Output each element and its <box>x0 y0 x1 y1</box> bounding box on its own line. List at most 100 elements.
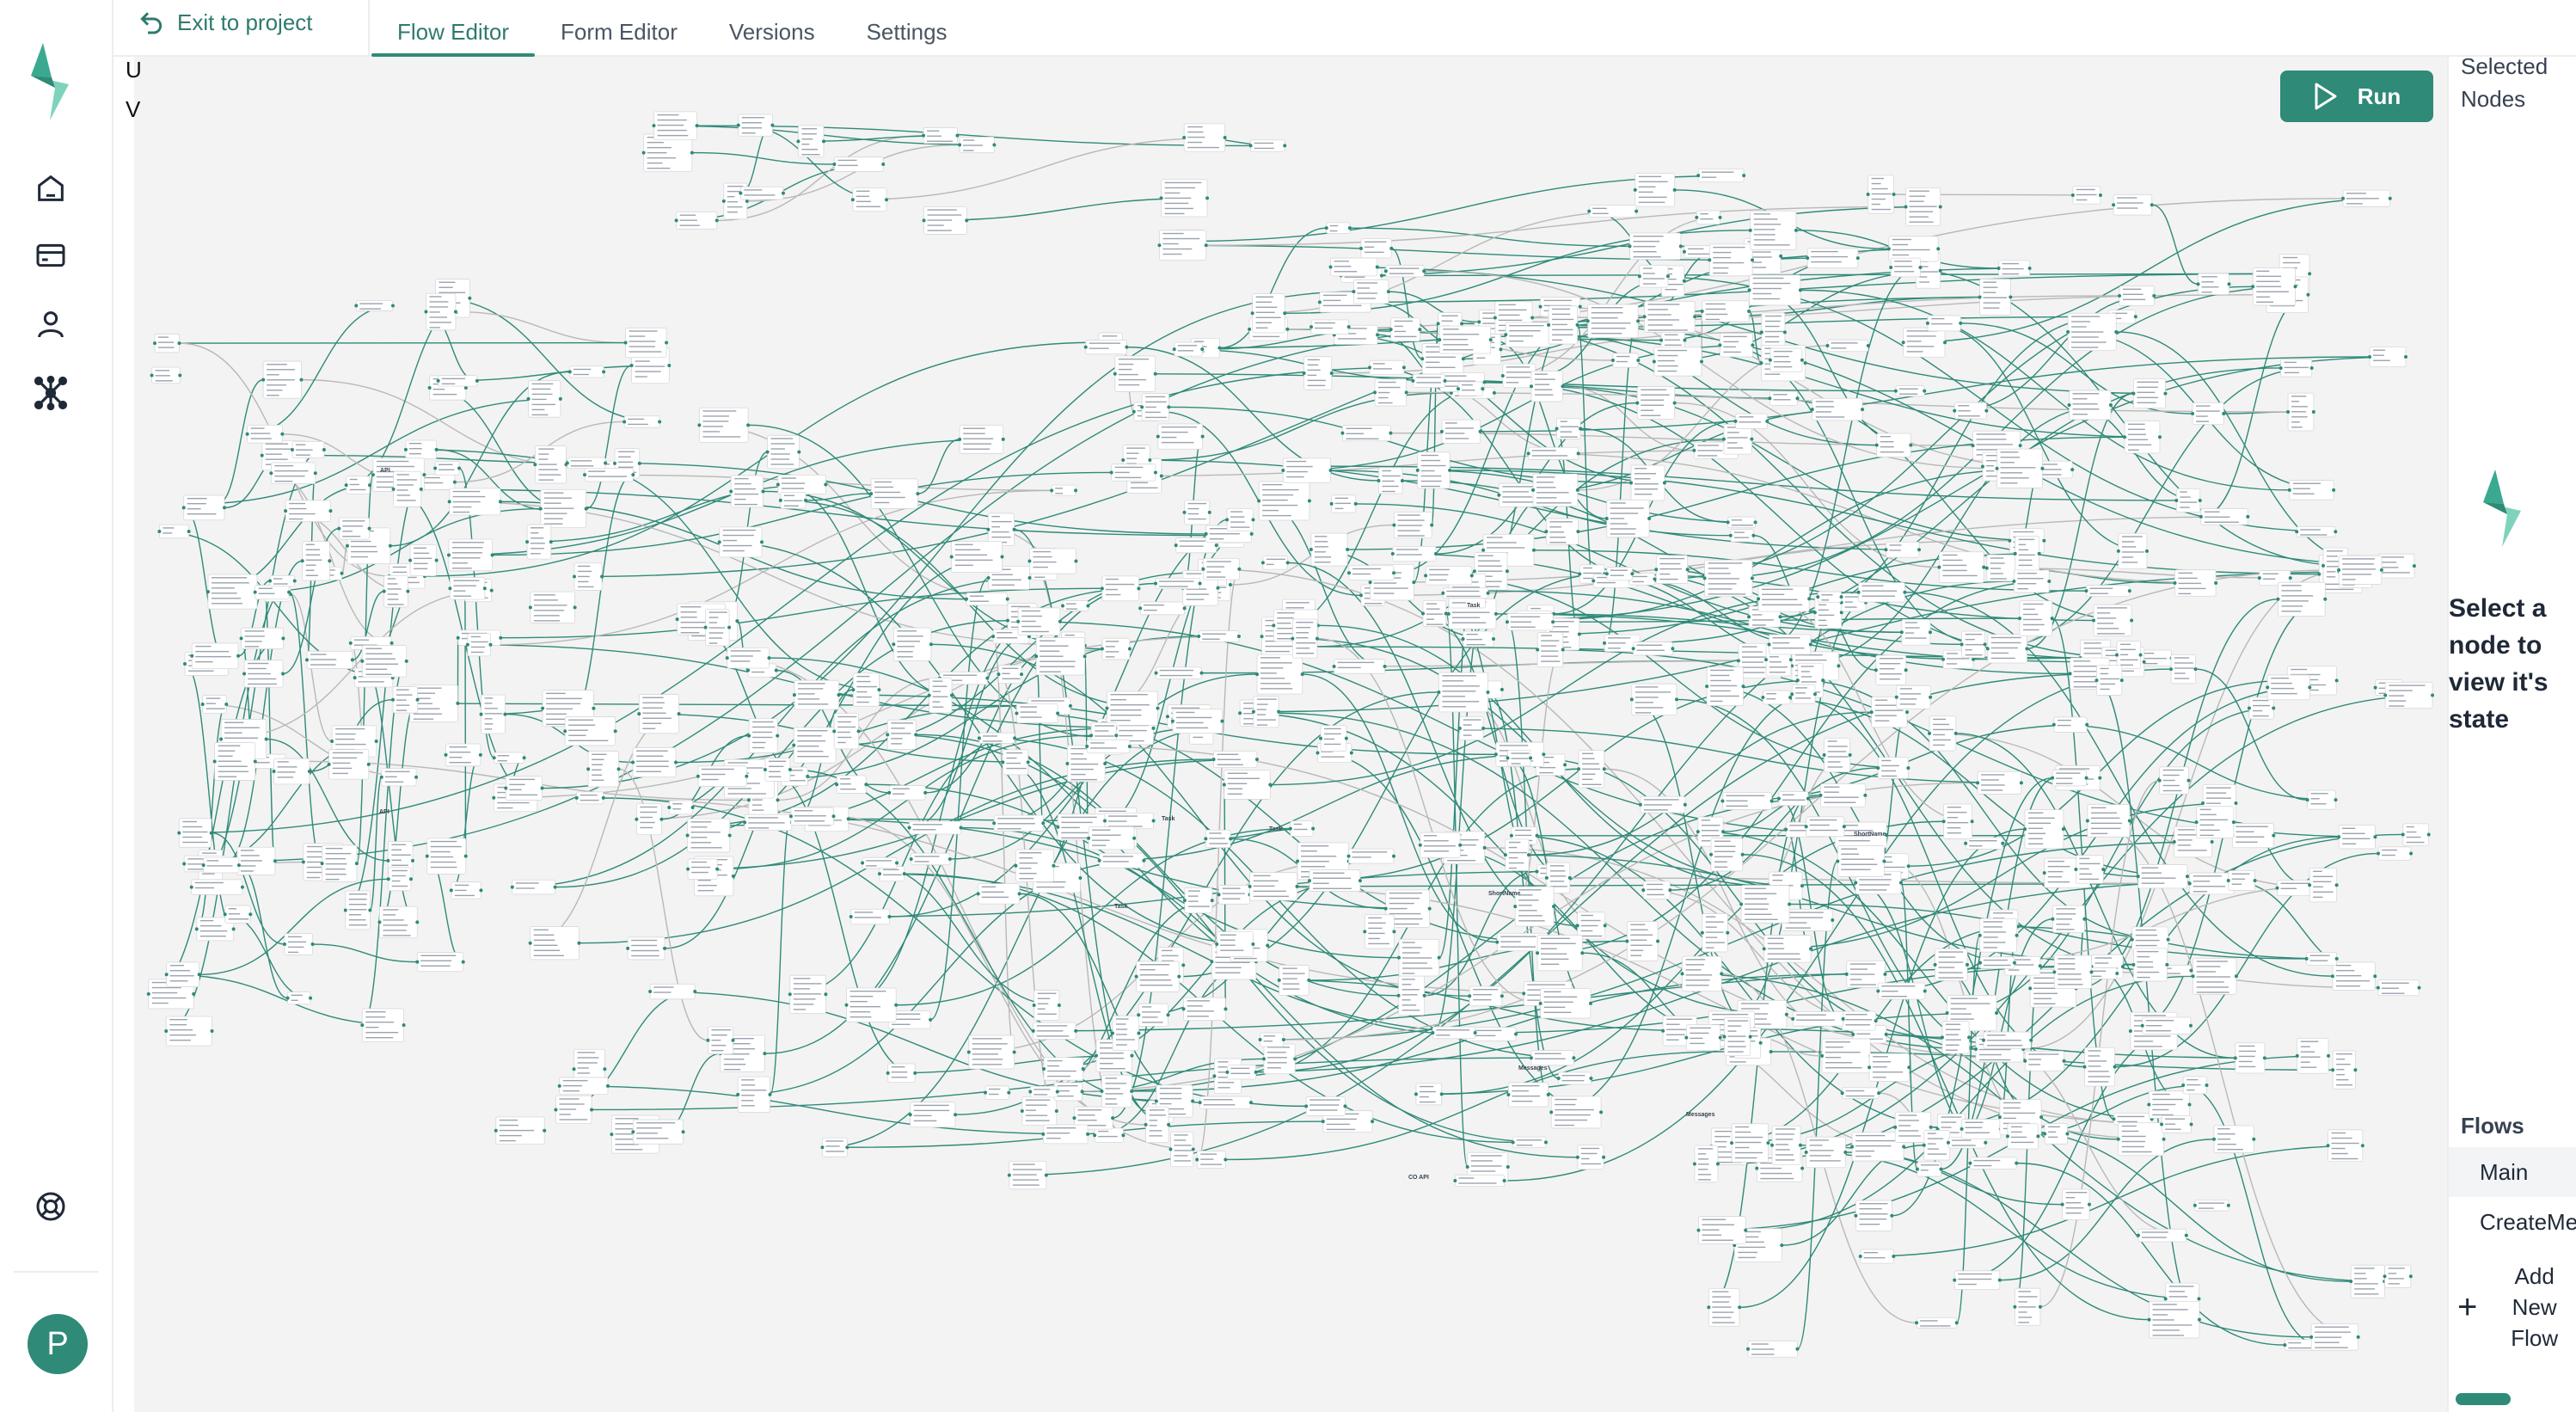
flow-node[interactable] <box>2052 716 2089 733</box>
flow-node[interactable] <box>1555 418 1583 439</box>
flow-node[interactable] <box>1696 169 1746 183</box>
flow-node[interactable] <box>1020 1096 1058 1126</box>
flow-node[interactable] <box>1251 696 1281 728</box>
flow-node[interactable] <box>2276 581 2328 617</box>
flow-node[interactable] <box>305 650 354 669</box>
flow-node[interactable] <box>1181 997 1228 1022</box>
flow-node[interactable] <box>869 478 920 509</box>
flow-node[interactable] <box>1257 481 1311 521</box>
flow-node[interactable] <box>533 445 568 484</box>
billing-card-icon[interactable] <box>29 234 72 277</box>
flow-node[interactable] <box>1087 826 1137 850</box>
horizontal-scrollbar[interactable] <box>2456 1393 2511 1405</box>
flow-node[interactable] <box>1642 300 1697 333</box>
flow-node[interactable] <box>1692 1145 1720 1183</box>
flow-node[interactable] <box>1707 1287 1742 1327</box>
flow-node[interactable] <box>391 470 423 507</box>
flow-node[interactable] <box>1007 1160 1048 1190</box>
flow-node[interactable] <box>2230 823 2276 849</box>
flow-node[interactable] <box>736 114 775 137</box>
flow-node[interactable] <box>2305 789 2338 810</box>
user-avatar[interactable]: P <box>28 1314 88 1374</box>
flow-node[interactable] <box>2095 665 2124 696</box>
flow-node[interactable] <box>433 461 462 476</box>
flow-node[interactable] <box>1504 322 1553 347</box>
flow-node[interactable] <box>1383 265 1426 278</box>
flow-node[interactable] <box>1102 812 1156 830</box>
flow-node[interactable] <box>1396 975 1426 1016</box>
flow-node[interactable] <box>1915 1161 1943 1177</box>
flow-node[interactable] <box>763 758 792 782</box>
flow-node[interactable] <box>835 775 868 794</box>
flow-node[interactable] <box>2251 267 2297 306</box>
flow-node[interactable] <box>253 585 291 600</box>
flow-node[interactable] <box>1260 556 1290 570</box>
flow-node[interactable] <box>1182 500 1211 525</box>
flow-node[interactable] <box>2383 1264 2413 1288</box>
flow-node[interactable] <box>1960 1119 2003 1139</box>
flow-node[interactable] <box>282 933 315 955</box>
flow-node[interactable] <box>201 856 241 874</box>
flow-node[interactable] <box>2117 285 2156 306</box>
flow-node[interactable] <box>1324 222 1352 234</box>
flow-node[interactable] <box>1134 961 1181 992</box>
flow-node[interactable] <box>1684 1024 1722 1052</box>
flow-node[interactable] <box>272 758 311 785</box>
flow-edge[interactable] <box>2000 1128 2352 1282</box>
flow-node[interactable] <box>1346 565 1396 581</box>
flow-node[interactable] <box>1526 446 1580 460</box>
flow-node[interactable] <box>725 647 771 669</box>
flow-node[interactable] <box>2168 654 2198 685</box>
flow-node[interactable] <box>504 776 544 801</box>
flow-node[interactable] <box>205 574 259 610</box>
flow-node[interactable] <box>386 867 413 892</box>
user-icon[interactable] <box>29 303 72 346</box>
flow-node[interactable] <box>2331 1050 2358 1090</box>
flow-node[interactable] <box>1819 783 1868 807</box>
flow-node[interactable] <box>2247 697 2276 720</box>
flow-node[interactable] <box>1610 353 1641 368</box>
flow-node[interactable] <box>510 879 557 895</box>
flow-node[interactable] <box>1511 1136 1548 1149</box>
flow-node[interactable] <box>379 768 419 787</box>
flow-node[interactable] <box>190 642 241 670</box>
flow-node[interactable] <box>1856 582 1907 603</box>
flow-node[interactable] <box>623 327 669 359</box>
flow-node[interactable] <box>2196 273 2231 295</box>
integrations-network-icon[interactable] <box>29 371 72 414</box>
flow-node[interactable] <box>1816 591 1843 603</box>
flow-node[interactable] <box>1836 845 1886 877</box>
flow-node[interactable] <box>446 538 494 572</box>
flow-node[interactable] <box>2191 957 2238 995</box>
flow-node[interactable] <box>1529 371 1565 402</box>
flow-node[interactable] <box>1604 499 1652 538</box>
flow-edge[interactable] <box>1800 1145 2312 1338</box>
flow-node[interactable] <box>2181 1076 2209 1095</box>
flow-edge[interactable] <box>618 768 708 1041</box>
flow-node[interactable] <box>1340 425 1393 442</box>
flow-node[interactable] <box>2147 1300 2201 1339</box>
flow-node[interactable] <box>1437 672 1490 713</box>
flow-node[interactable] <box>1418 832 1463 858</box>
flow-node[interactable] <box>2401 823 2431 846</box>
flow-node[interactable] <box>686 858 720 880</box>
flow-node[interactable] <box>1329 494 1358 513</box>
flow-node[interactable] <box>1705 666 1745 706</box>
flow-node[interactable] <box>976 883 1021 905</box>
flow-node[interactable] <box>1825 339 1870 353</box>
flow-node[interactable] <box>1940 1021 1972 1054</box>
flow-node[interactable] <box>1747 274 1802 306</box>
flow-node[interactable] <box>2330 961 2377 991</box>
flow-node[interactable] <box>2308 868 2339 903</box>
flow-node[interactable] <box>832 157 886 172</box>
flow-node[interactable] <box>2376 979 2421 997</box>
flow-node[interactable] <box>776 474 828 494</box>
flow-node[interactable] <box>1392 511 1434 539</box>
flow-node[interactable] <box>2051 905 2087 933</box>
flow-node[interactable] <box>177 818 213 848</box>
flow-node[interactable] <box>494 1116 547 1145</box>
flow-node[interactable] <box>528 926 581 961</box>
flow-node[interactable] <box>1995 448 2045 488</box>
flow-node[interactable] <box>1976 770 2023 795</box>
flow-node[interactable] <box>1031 1022 1078 1040</box>
